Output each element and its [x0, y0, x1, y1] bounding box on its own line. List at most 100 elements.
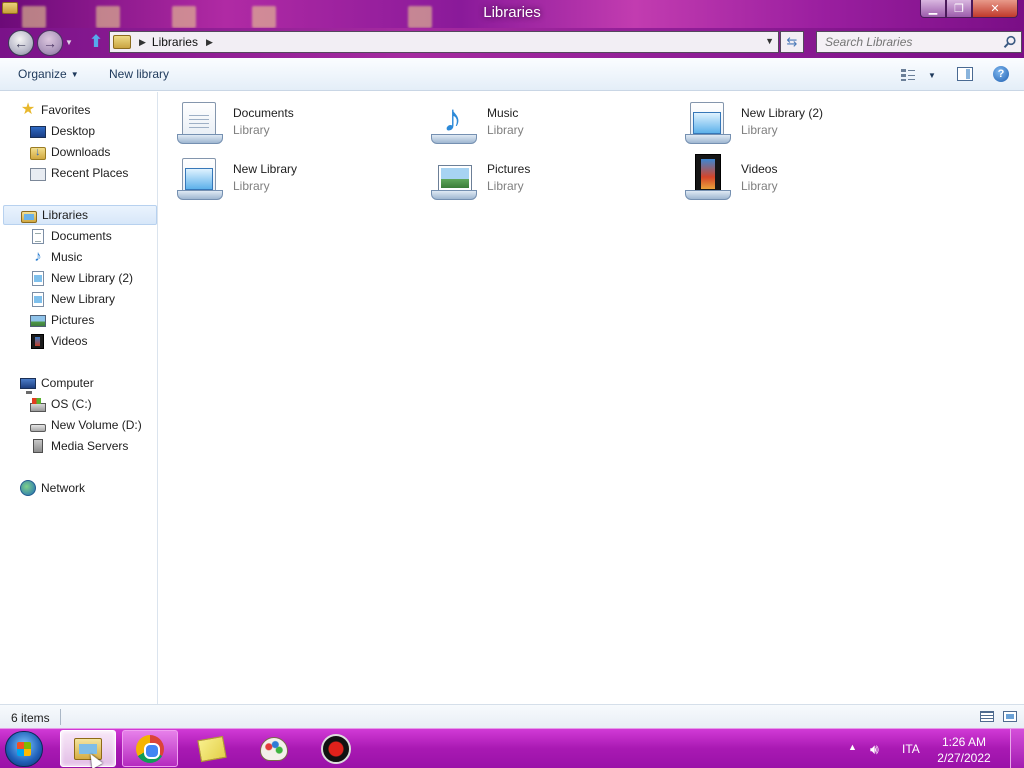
taskbar-chrome-button[interactable] — [122, 730, 178, 767]
chevron-down-icon[interactable]: ▼ — [928, 71, 936, 80]
taskbar-sticky-notes-button[interactable] — [184, 730, 240, 767]
library-tile-videos[interactable]: Videos Library — [685, 154, 925, 206]
show-hidden-icons-button[interactable]: ▲ — [848, 742, 857, 752]
input-language[interactable]: ITA — [902, 742, 920, 756]
nav-item-new-library[interactable]: New Library — [30, 289, 115, 309]
breadcrumb-libraries[interactable]: Libraries — [152, 35, 198, 49]
refresh-icon: ⇆ — [786, 34, 798, 49]
library-icon — [32, 291, 44, 307]
library-tile-new-library[interactable]: New Library Library — [177, 154, 417, 206]
speaker-icon[interactable]: 🔊︎ — [870, 741, 888, 757]
library-tile-new-library-2[interactable]: New Library (2) Library — [685, 98, 925, 150]
back-button[interactable]: ← — [8, 30, 34, 56]
nav-item-desktop[interactable]: Desktop — [30, 121, 95, 141]
tile-name: Music — [487, 106, 519, 120]
nav-item-downloads[interactable]: Downloads — [30, 142, 110, 162]
new-library-button[interactable]: New library — [109, 67, 169, 81]
organize-button[interactable]: Organize ▼ — [18, 67, 79, 81]
nav-item-new-volume-d[interactable]: New Volume (D:) — [30, 415, 142, 435]
library-tile-documents[interactable]: Documents Library — [177, 98, 417, 150]
nav-libraries[interactable]: Libraries — [3, 205, 157, 225]
nav-network[interactable]: Network — [20, 478, 85, 498]
address-history-dropdown[interactable]: ▼ — [765, 36, 774, 46]
library-icon — [32, 270, 44, 286]
tile-name: Documents — [233, 106, 294, 120]
tile-type: Library — [487, 123, 524, 137]
libraries-icon — [113, 35, 131, 49]
clock-date[interactable]: 2/27/2022 — [934, 751, 994, 765]
nav-item-pictures[interactable]: Pictures — [30, 310, 94, 330]
nav-item-videos[interactable]: Videos — [30, 331, 87, 351]
up-arrow-icon: ⬆ — [88, 32, 104, 51]
search-input[interactable] — [825, 35, 1001, 49]
chrome-icon — [136, 734, 164, 763]
documents-icon — [32, 228, 44, 244]
start-button[interactable] — [5, 731, 43, 767]
minimize-button[interactable]: ▁ — [920, 0, 946, 18]
tile-name: New Library (2) — [741, 106, 824, 120]
maximize-button[interactable]: ❐ — [946, 0, 972, 18]
nav-computer[interactable]: Computer — [20, 373, 94, 394]
tiles-view-icon[interactable] — [1003, 711, 1017, 722]
tile-type: Library — [487, 179, 524, 193]
forward-button[interactable]: → — [37, 30, 63, 56]
search-icon[interactable] — [1003, 35, 1017, 49]
chevron-right-icon[interactable]: ▶ — [139, 37, 146, 48]
nav-item-music[interactable]: ♪ Music — [30, 247, 82, 267]
details-view-icon[interactable] — [980, 711, 994, 722]
library-tile-music[interactable]: ♪ Music Library — [431, 98, 671, 150]
recent-places-icon — [30, 167, 46, 181]
close-button[interactable]: ✕ — [972, 0, 1018, 18]
pictures-icon — [30, 315, 46, 327]
nav-label: Computer — [41, 376, 94, 390]
library-content-area: Documents Library ♪ Music Library New Li… — [159, 92, 1024, 704]
nav-label: New Library — [51, 292, 116, 306]
nav-item-new-library-2[interactable]: New Library (2) — [30, 268, 133, 288]
nav-item-documents[interactable]: Documents — [30, 226, 112, 246]
tile-name: Videos — [741, 162, 778, 176]
downloads-icon — [30, 146, 46, 160]
back-arrow-icon: ← — [14, 35, 28, 51]
up-folder-button[interactable]: ⬆ — [86, 32, 106, 52]
taskbar-paint-button[interactable] — [246, 730, 302, 767]
forward-arrow-icon: → — [43, 35, 57, 51]
taskbar-recorder-button[interactable] — [308, 730, 364, 767]
tile-type: Library — [233, 179, 270, 193]
libraries-icon — [21, 210, 37, 223]
nav-label: Desktop — [51, 124, 96, 138]
views-icon — [901, 69, 915, 81]
tile-type: Library — [741, 179, 778, 193]
title-bar: Libraries ▁ ❐ ✕ — [0, 0, 1024, 30]
nav-item-media-servers[interactable]: Media Servers — [30, 436, 128, 456]
help-icon: ? — [997, 68, 1005, 80]
change-view-button[interactable]: ▼ — [900, 66, 940, 84]
drive-d-icon — [30, 424, 46, 432]
refresh-button[interactable]: ⇆ — [780, 31, 804, 53]
record-icon — [321, 733, 351, 764]
search-box[interactable] — [816, 31, 1022, 53]
drive-c-icon — [30, 397, 46, 412]
chevron-right-icon[interactable]: ▶ — [206, 37, 213, 48]
nav-label: Music — [51, 250, 83, 264]
nav-label: Videos — [51, 334, 88, 348]
address-row: ← → ▼ ⬆ ▶ Libraries ▶ ▼ ⇆ — [0, 28, 1024, 58]
nav-label: Documents — [51, 229, 112, 243]
preview-pane-button[interactable] — [957, 67, 973, 81]
nav-item-os-c[interactable]: OS (C:) — [30, 394, 92, 414]
music-library-icon: ♪ — [431, 98, 481, 148]
nav-favorites[interactable]: ★ Favorites — [20, 100, 91, 120]
item-count: 6 items — [11, 711, 50, 725]
nav-item-recent-places[interactable]: Recent Places — [30, 163, 128, 183]
library-tile-pictures[interactable]: Pictures Library — [431, 154, 671, 206]
tile-type: Library — [233, 123, 270, 137]
show-desktop-button[interactable] — [1010, 729, 1024, 768]
address-bar[interactable]: ▶ Libraries ▶ ▼ — [109, 31, 779, 53]
clock-time[interactable]: 1:26 AM — [938, 735, 990, 749]
nav-label: Favorites — [41, 103, 91, 117]
recent-pages-dropdown[interactable]: ▼ — [65, 38, 73, 47]
help-button[interactable]: ? — [993, 66, 1009, 82]
nav-label: New Volume (D:) — [51, 418, 142, 432]
navigation-pane: ★ Favorites Desktop Downloads Recent Pla… — [0, 92, 158, 704]
taskbar: ▲ 🔊︎ ITA 1:26 AM 2/27/2022 — [0, 728, 1024, 768]
paint-palette-icon — [260, 736, 288, 761]
